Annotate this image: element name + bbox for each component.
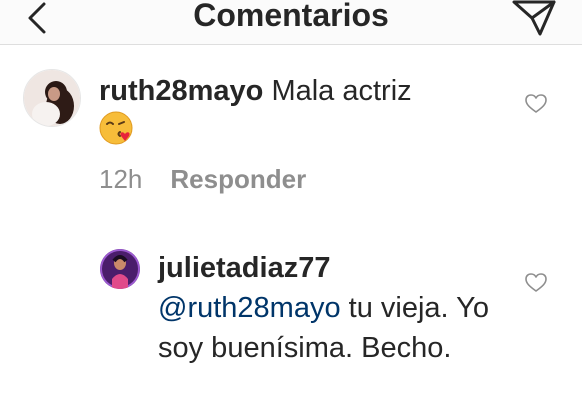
- page-title: Comentarios: [193, 0, 389, 33]
- comment-body: Mala actriz: [271, 75, 412, 107]
- heart-icon[interactable]: [525, 94, 547, 114]
- comment-username[interactable]: julietadiaz77: [158, 252, 330, 284]
- comment-text: julietadiaz77 @ruth28mayo tu vieja. Yo so…: [158, 248, 498, 368]
- paper-plane-icon[interactable]: [510, 0, 556, 38]
- avatar[interactable]: [23, 69, 81, 127]
- reply-button[interactable]: Responder: [170, 164, 306, 194]
- comment-time: 12h: [99, 164, 143, 194]
- comment-item: ruth28mayo Mala actriz 12h Responder: [0, 44, 582, 224]
- avatar[interactable]: [100, 249, 140, 289]
- comment-item: julietadiaz77 @ruth28mayo tu vieja. Yo so…: [0, 224, 582, 400]
- comment-meta: 12h Responder: [99, 164, 306, 195]
- face-blowing-kiss-emoji: [99, 111, 133, 145]
- top-bar: Comentarios: [0, 0, 582, 45]
- comment-text: ruth28mayo Mala actriz: [99, 71, 499, 111]
- mention-link[interactable]: @ruth28mayo: [158, 292, 341, 324]
- comment-username[interactable]: ruth28mayo: [99, 75, 263, 107]
- heart-icon[interactable]: [525, 273, 547, 293]
